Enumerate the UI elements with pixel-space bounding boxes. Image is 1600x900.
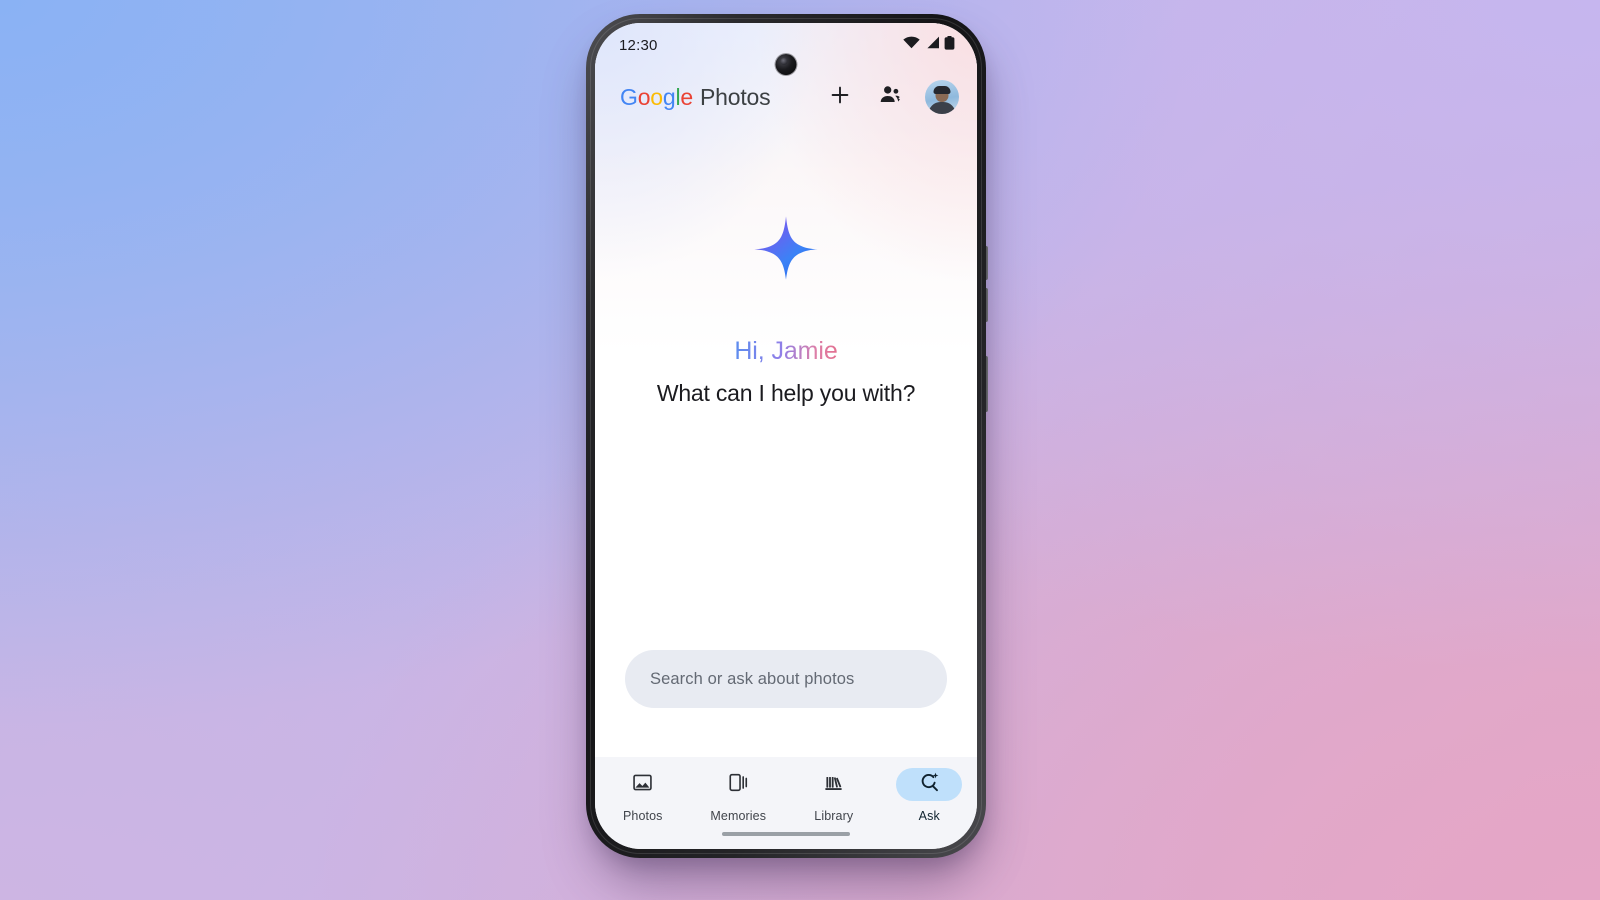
sharing-button[interactable] xyxy=(875,82,905,112)
nav-item-library[interactable]: Library xyxy=(786,768,882,823)
nav-item-photos[interactable]: Photos xyxy=(595,768,691,823)
phone-screen: 12:30 Google Photos Hi, Jamie What can I… xyxy=(595,23,977,849)
avatar-cap xyxy=(933,86,951,95)
search-input[interactable]: Search or ask about photos xyxy=(625,650,947,708)
gemini-sparkle-icon xyxy=(753,215,819,281)
nav-label-memories: Memories xyxy=(710,809,767,823)
cellular-signal-icon xyxy=(924,36,940,54)
google-wordmark: Google xyxy=(620,83,693,110)
nav-pill-library xyxy=(801,768,867,801)
memories-cards-icon xyxy=(727,771,750,799)
phone-device: 12:30 Google Photos Hi, Jamie What can I… xyxy=(586,14,988,858)
product-name: Photos xyxy=(700,83,771,110)
front-camera-punch-hole xyxy=(775,54,797,75)
ask-search-sparkle-icon xyxy=(917,770,941,799)
avatar-body xyxy=(928,102,956,114)
battery-icon xyxy=(944,35,955,55)
nav-label-photos: Photos xyxy=(622,809,663,823)
nav-label-library: Library xyxy=(814,809,854,823)
add-button[interactable] xyxy=(825,82,855,112)
account-avatar[interactable] xyxy=(925,80,959,114)
nav-label-ask: Ask xyxy=(918,809,940,823)
app-bar-actions xyxy=(825,80,959,114)
wifi-icon xyxy=(903,36,920,54)
nav-pill-photos xyxy=(610,768,676,801)
ask-hero-section: Hi, Jamie What can I help you with? Sear… xyxy=(595,127,977,757)
app-title: Google Photos xyxy=(620,83,771,111)
nav-item-memories[interactable]: Memories xyxy=(691,768,787,823)
home-gesture-bar[interactable] xyxy=(722,832,850,836)
nav-pill-ask xyxy=(896,768,963,801)
status-bar-icons xyxy=(903,35,955,55)
wallpaper-backdrop: 12:30 Google Photos Hi, Jamie What can I… xyxy=(0,0,1600,900)
phone-bezel: 12:30 Google Photos Hi, Jamie What can I… xyxy=(586,14,986,858)
nav-item-ask[interactable]: Ask xyxy=(882,768,978,823)
hero-question-text: What can I help you with? xyxy=(656,380,916,406)
status-bar-time: 12:30 xyxy=(619,36,658,54)
app-bar: Google Photos xyxy=(595,67,977,127)
greeting-text: Hi, Jamie xyxy=(734,337,838,365)
plus-icon xyxy=(828,83,852,112)
nav-pill-memories xyxy=(705,768,771,801)
search-placeholder: Search or ask about photos xyxy=(650,669,855,688)
people-icon xyxy=(878,82,903,112)
library-shelf-icon xyxy=(822,771,845,799)
photo-image-icon xyxy=(631,771,654,799)
